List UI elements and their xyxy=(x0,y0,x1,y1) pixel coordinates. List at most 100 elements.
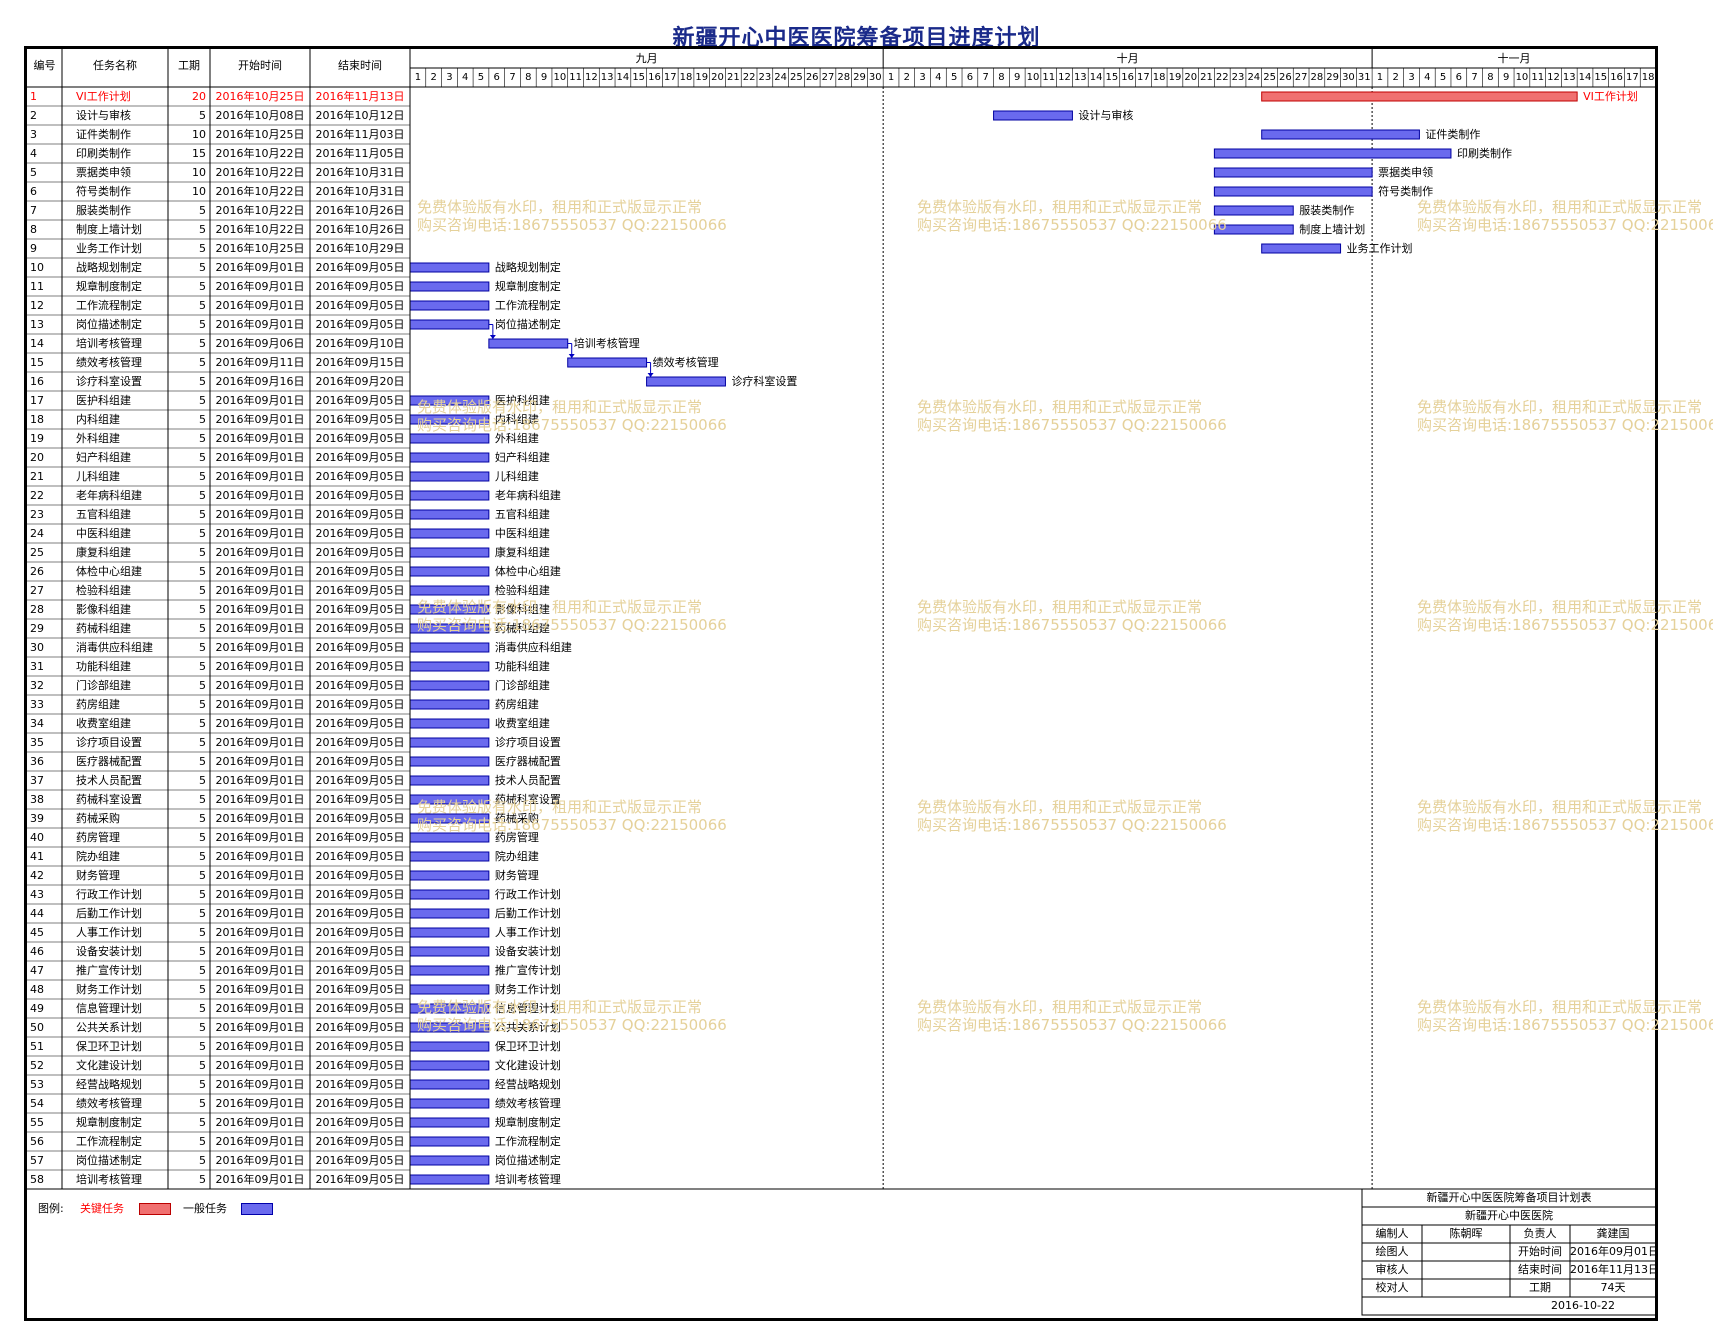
day-number: 4 xyxy=(935,72,942,83)
task-bar-label: 财务工作计划 xyxy=(494,983,561,996)
task-duration: 5 xyxy=(199,907,206,920)
task-start: 2016年09月01日 xyxy=(215,831,305,844)
task-name: 绩效考核管理 xyxy=(76,1097,142,1110)
task-bar-label: 服装类制作 xyxy=(1299,204,1355,217)
task-no: 7 xyxy=(30,204,37,217)
task-bar xyxy=(409,1117,490,1128)
task-start: 2016年09月01日 xyxy=(215,261,305,274)
task-name: 制度上墙计划 xyxy=(76,223,142,236)
task-name: 诊疗科室设置 xyxy=(76,375,142,388)
task-bar-label: 消毒供应科组建 xyxy=(494,641,572,654)
task-name: 中医科组建 xyxy=(76,527,131,540)
task-start: 2016年10月25日 xyxy=(215,90,305,103)
task-duration: 5 xyxy=(199,1078,206,1091)
title-block-cell xyxy=(1421,1242,1511,1262)
task-name: 检验科组建 xyxy=(76,584,131,597)
day-number: 5 xyxy=(1439,72,1447,83)
task-end: 2016年09月05日 xyxy=(315,983,405,996)
task-bar xyxy=(409,623,490,634)
task-duration: 5 xyxy=(199,280,206,293)
day-number: 11 xyxy=(1042,72,1056,83)
task-no: 58 xyxy=(30,1173,44,1186)
task-end: 2016年09月05日 xyxy=(315,660,405,673)
task-name: 院办组建 xyxy=(76,850,120,863)
task-name: 后勤工作计划 xyxy=(76,907,142,920)
task-no: 41 xyxy=(30,850,44,863)
task-start: 2016年09月01日 xyxy=(215,318,305,331)
dependency-arrowhead xyxy=(647,373,654,377)
day-number: 3 xyxy=(446,72,453,83)
task-bar-label: 推广宣传计划 xyxy=(494,964,561,977)
task-name: 岗位描述制定 xyxy=(76,318,142,331)
day-number: 31 xyxy=(1357,72,1371,83)
day-number: 22 xyxy=(742,72,756,83)
task-no: 1 xyxy=(30,90,37,103)
task-duration: 5 xyxy=(199,489,206,502)
task-bar xyxy=(1213,205,1294,216)
task-end: 2016年09月05日 xyxy=(315,812,405,825)
column-header-end: 结束时间 xyxy=(338,59,382,72)
task-duration: 5 xyxy=(199,812,206,825)
task-name: 推广宣传计划 xyxy=(76,964,142,977)
task-bar-label: 证件类制作 xyxy=(1425,128,1481,141)
task-end: 2016年09月05日 xyxy=(315,451,405,464)
task-bar-label: 岗位描述制定 xyxy=(494,318,561,331)
task-end: 2016年09月05日 xyxy=(315,907,405,920)
task-no: 16 xyxy=(30,375,44,388)
task-name: 服装类制作 xyxy=(76,204,131,217)
title-block-cell xyxy=(1421,1278,1511,1298)
task-bar xyxy=(409,1098,490,1109)
task-bar xyxy=(409,528,490,539)
task-bar-label: 药械采购 xyxy=(494,812,539,825)
task-name: 设计与审核 xyxy=(76,109,131,122)
task-name: 药械采购 xyxy=(76,812,120,825)
task-no: 53 xyxy=(30,1078,44,1091)
day-number: 22 xyxy=(1215,72,1229,83)
task-duration: 5 xyxy=(199,660,206,673)
task-bar-label: 信息管理计划 xyxy=(494,1002,561,1015)
task-name: 规章制度制定 xyxy=(76,1116,142,1129)
task-end: 2016年09月05日 xyxy=(315,261,405,274)
task-end: 2016年09月05日 xyxy=(315,508,405,521)
task-duration: 5 xyxy=(199,508,206,521)
dependency-arrowhead xyxy=(489,335,496,339)
day-number: 4 xyxy=(1424,72,1431,83)
task-name: 药械科组建 xyxy=(76,622,131,635)
day-number: 14 xyxy=(1089,72,1103,83)
task-name: 文化建设计划 xyxy=(76,1059,142,1072)
task-end: 2016年09月05日 xyxy=(315,1135,405,1148)
legend-critical-swatch xyxy=(139,1203,171,1215)
task-end: 2016年09月05日 xyxy=(315,470,405,483)
day-number: 27 xyxy=(1294,72,1308,83)
task-bar-label: 经营战略规划 xyxy=(494,1078,561,1091)
task-duration: 5 xyxy=(199,584,206,597)
task-bar xyxy=(409,547,490,558)
task-duration: 5 xyxy=(199,109,206,122)
task-bar-label: 体检中心组建 xyxy=(494,565,561,578)
task-no: 25 xyxy=(30,546,44,559)
day-number: 2 xyxy=(1392,72,1399,83)
task-end: 2016年09月05日 xyxy=(315,1154,405,1167)
task-end: 2016年09月05日 xyxy=(315,1116,405,1129)
dependency-arrowhead xyxy=(568,354,575,358)
task-bar xyxy=(409,1003,490,1014)
task-name: 外科组建 xyxy=(76,432,120,445)
task-duration: 5 xyxy=(199,356,206,369)
task-end: 2016年09月05日 xyxy=(315,413,405,426)
task-no: 44 xyxy=(30,907,44,920)
task-bar-label: 保卫环卫计划 xyxy=(494,1040,561,1053)
day-number: 8 xyxy=(525,72,532,83)
task-bar xyxy=(1261,243,1342,254)
task-no: 8 xyxy=(30,223,37,236)
task-start: 2016年09月01日 xyxy=(215,869,305,882)
day-number: 17 xyxy=(663,72,677,83)
day-number: 15 xyxy=(1105,72,1119,83)
task-duration: 5 xyxy=(199,1021,206,1034)
task-no: 55 xyxy=(30,1116,44,1129)
task-bar-label: 药械科室设置 xyxy=(494,793,561,806)
day-number: 17 xyxy=(1625,72,1639,83)
task-no: 33 xyxy=(30,698,44,711)
day-number: 16 xyxy=(1121,72,1134,83)
task-bar xyxy=(409,832,490,843)
day-number: 14 xyxy=(1578,72,1592,83)
